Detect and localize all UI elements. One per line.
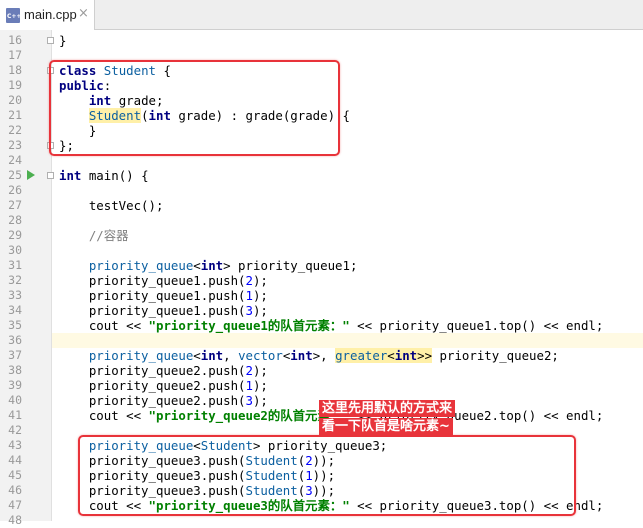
code-line[interactable]: int main() { [52, 168, 643, 183]
code-line[interactable]: priority_queue2.push(1); [52, 378, 643, 393]
tab-label: main.cpp [24, 7, 77, 22]
line-number: 34 [8, 303, 22, 317]
line-number: 39 [8, 378, 22, 392]
cpp-file-icon: C++ [6, 8, 21, 23]
line-number: 28 [8, 213, 22, 227]
code-line[interactable]: testVec(); [52, 198, 643, 213]
line-number: 16 [8, 33, 22, 47]
line-number: 18 [8, 63, 22, 77]
code-text: priority_queue1.push(2); [59, 273, 268, 288]
line-number: 33 [8, 288, 22, 302]
code-text: } [59, 33, 67, 48]
line-number: 47 [8, 498, 22, 512]
code-line[interactable]: priority_queue2.push(2); [52, 363, 643, 378]
line-number: 22 [8, 123, 22, 137]
line-number: 45 [8, 468, 22, 482]
line-number: 36 [8, 333, 22, 347]
code-text: testVec(); [59, 198, 164, 213]
line-number: 42 [8, 423, 22, 437]
highlight-box-priority-queue3 [78, 435, 576, 516]
code-line[interactable]: priority_queue1.push(1); [52, 288, 643, 303]
code-line[interactable]: priority_queue<int, vector<int>, greater… [52, 348, 643, 363]
line-number: 30 [8, 243, 22, 257]
code-line[interactable]: //容器 [52, 228, 643, 243]
line-number: 29 [8, 228, 22, 242]
code-text: priority_queue<int, vector<int>, greater… [88, 348, 559, 363]
line-number: 17 [8, 48, 22, 62]
highlight-box-student-class [49, 60, 340, 156]
code-text: cout << "priority_queue1的队首元素：" << prior… [59, 318, 604, 333]
line-number: 38 [8, 363, 22, 377]
line-number: 31 [8, 258, 22, 272]
line-number: 46 [8, 483, 22, 497]
code-line[interactable]: } [52, 33, 643, 48]
code-text: priority_queue2.push(2); [59, 363, 268, 378]
line-number: 25 [8, 168, 22, 182]
line-number-gutter: 16 17 18 19 20 21 22 23 24 25 26 27 28 29 30 31 32 33 34 35… [0, 30, 54, 527]
code-line[interactable] [52, 333, 643, 348]
code-text: int main() { [59, 168, 149, 183]
line-number: 19 [8, 78, 22, 92]
code-line[interactable]: priority_queue1.push(3); [52, 303, 643, 318]
code-text: priority_queue<int> priority_queue1; [88, 258, 358, 273]
tab-main-cpp[interactable]: C++ main.cpp × [0, 0, 95, 30]
line-number: 43 [8, 438, 22, 452]
line-number: 20 [8, 93, 22, 107]
line-number: 23 [8, 138, 22, 152]
code-line[interactable]: priority_queue<int> priority_queue1; [52, 258, 643, 273]
run-icon[interactable] [27, 170, 35, 180]
line-number: 21 [8, 108, 22, 122]
line-number: 44 [8, 453, 22, 467]
line-number: 32 [8, 273, 22, 287]
code-editor[interactable]: } class Student {public: int grade; Stude… [49, 30, 643, 521]
line-number: 27 [8, 198, 22, 212]
line-number: 37 [8, 348, 22, 362]
code-text: priority_queue1.push(3); [59, 303, 268, 318]
close-icon[interactable]: × [78, 6, 89, 21]
line-number: 35 [8, 318, 22, 332]
code-line[interactable] [52, 183, 643, 198]
code-text: priority_queue2.push(3); [59, 393, 268, 408]
editor-tab-bar: C++ main.cpp × [0, 0, 643, 30]
annotation-line-2: 看一下队首是啥元素~ [319, 418, 453, 435]
line-number: 26 [8, 183, 22, 197]
code-line[interactable]: cout << "priority_queue1的队首元素：" << prior… [52, 318, 643, 333]
code-line[interactable] [52, 213, 643, 228]
line-number: 40 [8, 393, 22, 407]
code-text: //容器 [88, 228, 129, 243]
code-text: priority_queue1.push(1); [59, 288, 268, 303]
code-text: priority_queue2.push(1); [59, 378, 268, 393]
line-number: 41 [8, 408, 22, 422]
line-number: 24 [8, 153, 22, 167]
code-line[interactable]: priority_queue1.push(2); [52, 273, 643, 288]
code-line[interactable] [52, 243, 643, 258]
annotation-line-1: 这里先用默认的方式来 [319, 400, 456, 417]
